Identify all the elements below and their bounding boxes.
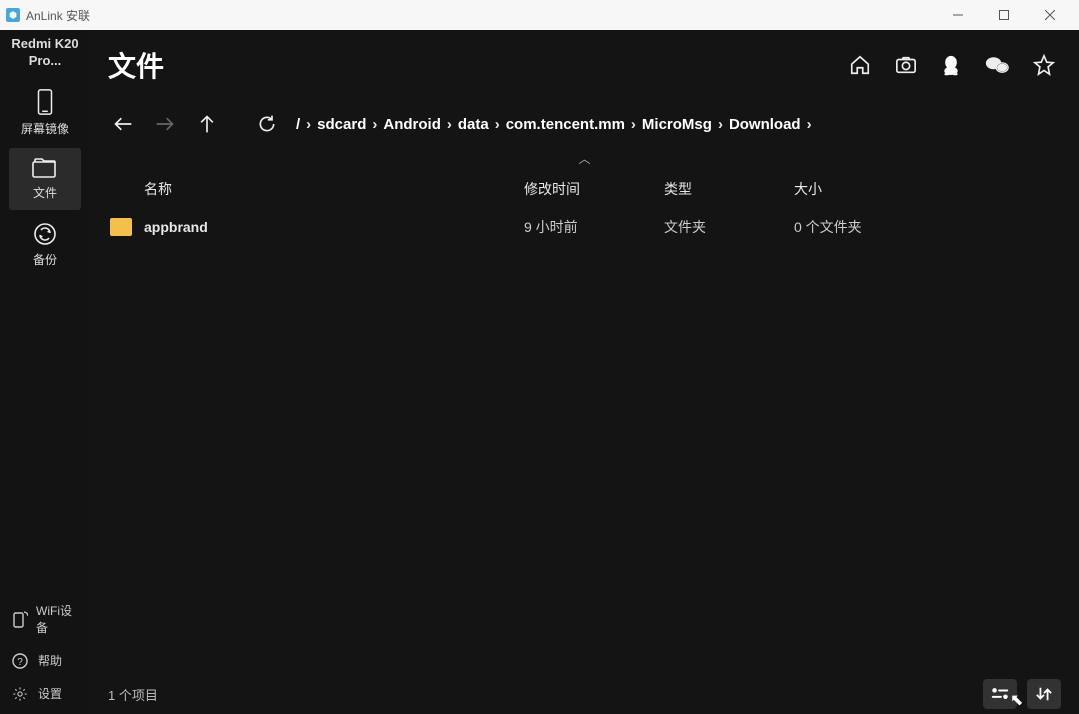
sidebar-item-files[interactable]: 文件	[9, 148, 81, 210]
home-icon[interactable]	[849, 54, 871, 76]
row-type: 文件夹	[664, 217, 794, 237]
sidebar-footer-label: 帮助	[38, 652, 62, 669]
help-icon: ?	[12, 653, 30, 669]
transfer-button[interactable]	[1027, 679, 1061, 709]
svg-text:?: ?	[17, 657, 23, 668]
row-name: appbrand	[144, 219, 524, 235]
sidebar-wifi-devices[interactable]: WiFi设备	[0, 594, 90, 644]
files-icon	[32, 157, 58, 179]
breadcrumb-item[interactable]: Download	[729, 116, 801, 133]
app-icon: ⬢	[6, 8, 20, 22]
nav-refresh-button[interactable]	[250, 107, 284, 141]
phone-icon	[34, 89, 56, 115]
maximize-button[interactable]	[981, 0, 1027, 30]
wifi-device-icon	[12, 610, 28, 628]
minimize-button[interactable]	[935, 0, 981, 30]
column-header-type[interactable]: 类型	[664, 179, 794, 199]
chevron-right-icon: ›	[631, 116, 636, 133]
table-row[interactable]: appbrand 9 小时前 文件夹 0 个文件夹	[90, 209, 1079, 245]
status-item-count: 1 个项目	[108, 685, 158, 704]
window-buttons	[935, 0, 1073, 30]
wechat-icon[interactable]	[985, 55, 1009, 75]
sync-icon	[33, 222, 57, 246]
breadcrumb-item[interactable]: Android	[383, 116, 441, 133]
navigation-bar: / › sdcard › Android › data › com.tencen…	[90, 100, 1079, 148]
sidebar-settings[interactable]: 设置	[0, 677, 90, 710]
page-title: 文件	[108, 45, 164, 85]
folder-icon	[110, 218, 132, 236]
column-header-size[interactable]: 大小	[794, 179, 1069, 199]
breadcrumb-item[interactable]: sdcard	[317, 116, 366, 133]
sidebar-item-label: 屏幕镜像	[21, 120, 69, 137]
breadcrumb-item[interactable]: data	[458, 116, 489, 133]
device-label: Redmi K20 Pro...	[0, 30, 90, 78]
camera-icon[interactable]	[895, 55, 917, 75]
chevron-right-icon: ›	[306, 116, 311, 133]
column-header-name[interactable]: 名称	[144, 179, 524, 199]
sidebar-item-mirror[interactable]: 屏幕镜像	[9, 82, 81, 144]
chevron-right-icon: ›	[807, 116, 812, 133]
titlebar: ⬢ AnLink 安联	[0, 0, 1079, 30]
gear-icon	[12, 686, 30, 702]
sidebar-help[interactable]: ? 帮助	[0, 644, 90, 677]
sidebar-item-label: 文件	[33, 184, 57, 201]
sidebar-item-label: 备份	[33, 251, 57, 268]
column-header-modified[interactable]: 修改时间	[524, 179, 664, 199]
sidebar: Redmi K20 Pro... 屏幕镜像 文件 备份	[0, 30, 90, 714]
breadcrumb-item[interactable]: MicroMsg	[642, 116, 712, 133]
sidebar-footer-label: WiFi设备	[36, 602, 78, 636]
close-button[interactable]	[1027, 0, 1073, 30]
chevron-right-icon: ›	[372, 116, 377, 133]
nav-forward-button[interactable]	[148, 107, 182, 141]
row-modified: 9 小时前	[524, 217, 664, 237]
view-toggle-button[interactable]	[983, 679, 1017, 709]
breadcrumb-root[interactable]: /	[296, 116, 300, 133]
app-title: AnLink 安联	[26, 7, 935, 24]
chevron-right-icon: ›	[718, 116, 723, 133]
file-list: ︿ 名称 修改时间 类型 大小 appbrand 9 小时前 文件夹 0 个文件…	[90, 148, 1079, 674]
breadcrumb: / › sdcard › Android › data › com.tencen…	[296, 116, 812, 133]
content-area: 文件	[90, 30, 1079, 714]
collapse-indicator-icon[interactable]: ︿	[90, 148, 1079, 169]
row-size: 0 个文件夹	[794, 217, 1069, 237]
breadcrumb-item[interactable]: com.tencent.mm	[506, 116, 625, 133]
qq-icon[interactable]	[941, 54, 961, 76]
nav-up-button[interactable]	[190, 107, 224, 141]
star-icon[interactable]	[1033, 54, 1055, 76]
chevron-right-icon: ›	[495, 116, 500, 133]
nav-back-button[interactable]	[106, 107, 140, 141]
chevron-right-icon: ›	[447, 116, 452, 133]
sidebar-item-backup[interactable]: 备份	[9, 214, 81, 276]
sidebar-footer-label: 设置	[38, 685, 62, 702]
